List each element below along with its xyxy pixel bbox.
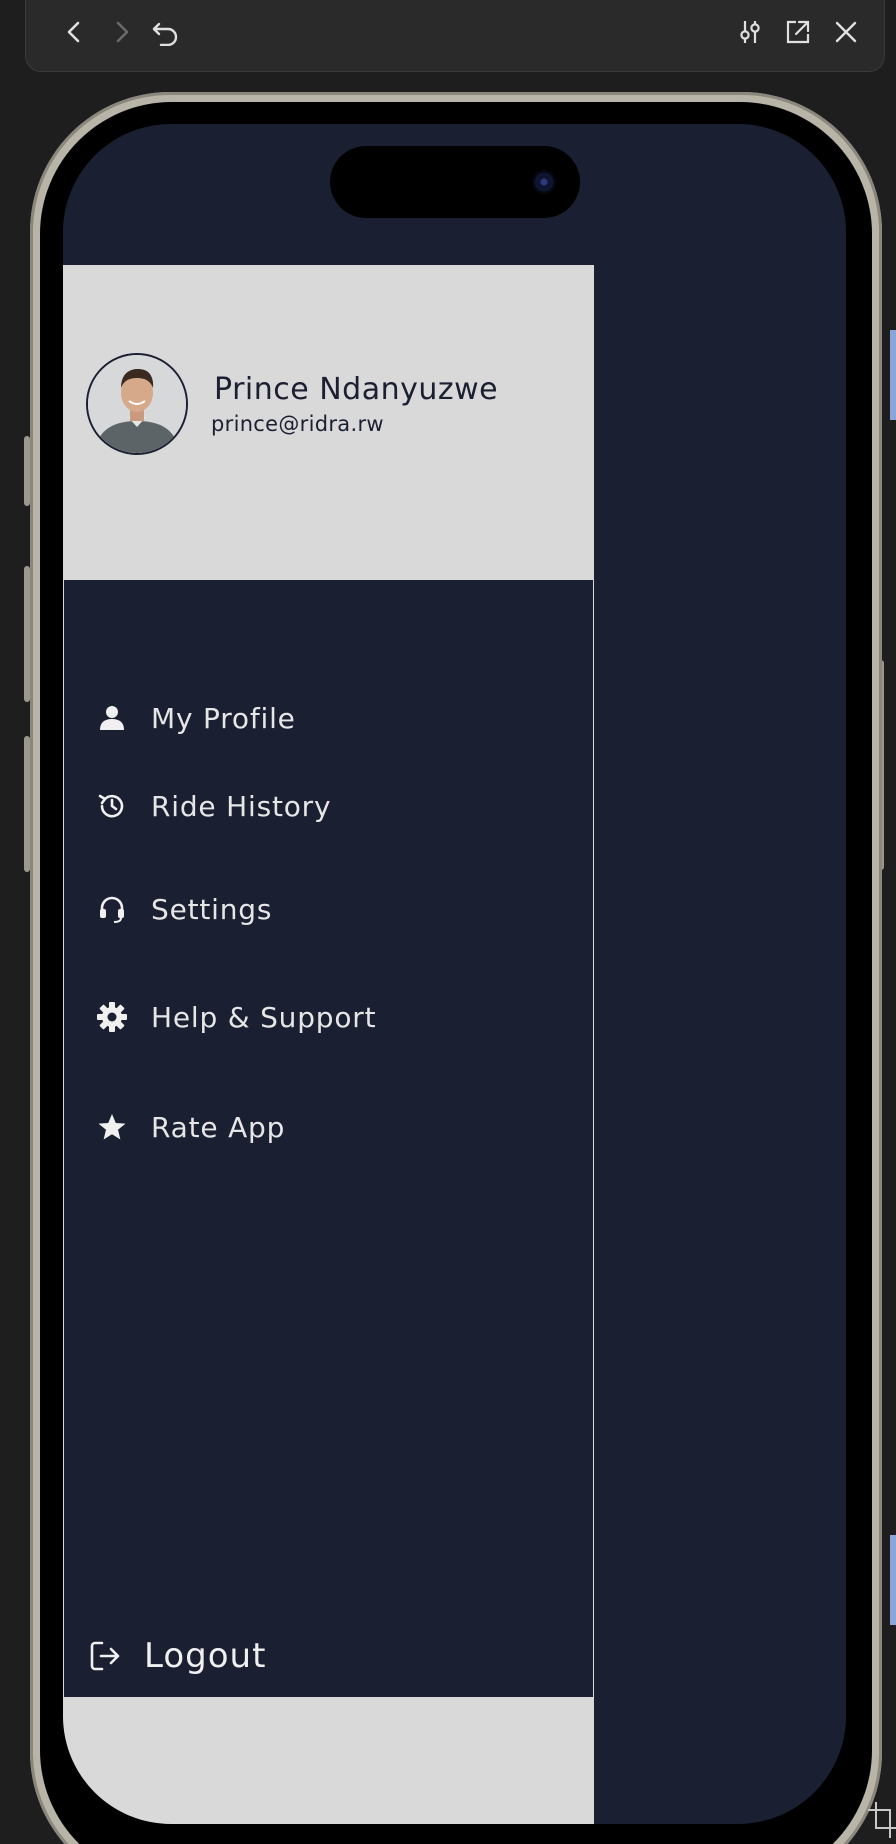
app-stage: Prince Ndanyuzwe prince@ridra.rw My Prof… — [0, 0, 896, 1844]
chevron-right-icon — [111, 20, 133, 44]
logout-label: Logout — [144, 1636, 267, 1676]
menu-item-label: Help & Support — [151, 1000, 377, 1034]
menu-item-rate-app[interactable]: Rate App — [95, 1107, 285, 1147]
menu-item-label: Ride History — [151, 789, 332, 823]
background-app-edge — [890, 1535, 896, 1625]
chevron-left-icon — [63, 20, 85, 44]
headset-icon — [95, 892, 129, 926]
menu-item-label: Rate App — [151, 1110, 286, 1144]
menu-item-help-support[interactable]: Help & Support — [95, 997, 376, 1037]
close-icon — [834, 20, 858, 44]
avatar[interactable] — [86, 353, 188, 455]
adjust-button[interactable] — [732, 14, 768, 50]
person-icon — [95, 701, 129, 735]
crop-icon[interactable] — [868, 1798, 896, 1842]
open-external-button[interactable] — [780, 14, 816, 50]
menu-item-my-profile[interactable]: My Profile — [95, 698, 296, 738]
menu-item-label: Settings — [151, 892, 273, 926]
camera-lens — [532, 170, 556, 194]
user-email: prince@ridra.rw — [211, 412, 384, 436]
background-app-edge — [890, 330, 896, 420]
user-name: Prince Ndanyuzwe — [214, 372, 499, 407]
back-button[interactable] — [56, 14, 92, 50]
menu-item-label: My Profile — [151, 701, 296, 735]
external-link-icon — [784, 18, 812, 46]
drawer-footer — [63, 1698, 594, 1824]
star-icon — [95, 1110, 129, 1144]
menu-item-settings[interactable]: Settings — [95, 889, 272, 929]
history-icon — [95, 789, 129, 823]
logout-button[interactable]: Logout — [88, 1634, 266, 1678]
sliders-icon — [736, 18, 764, 46]
close-button[interactable] — [828, 14, 864, 50]
dynamic-island — [330, 146, 580, 218]
undo-icon — [151, 18, 181, 46]
logout-icon — [88, 1638, 124, 1674]
preview-toolbar — [25, 0, 885, 72]
gear-icon — [95, 1000, 129, 1034]
menu-item-ride-history[interactable]: Ride History — [95, 786, 331, 826]
reload-button[interactable] — [148, 14, 184, 50]
forward-button[interactable] — [104, 14, 140, 50]
